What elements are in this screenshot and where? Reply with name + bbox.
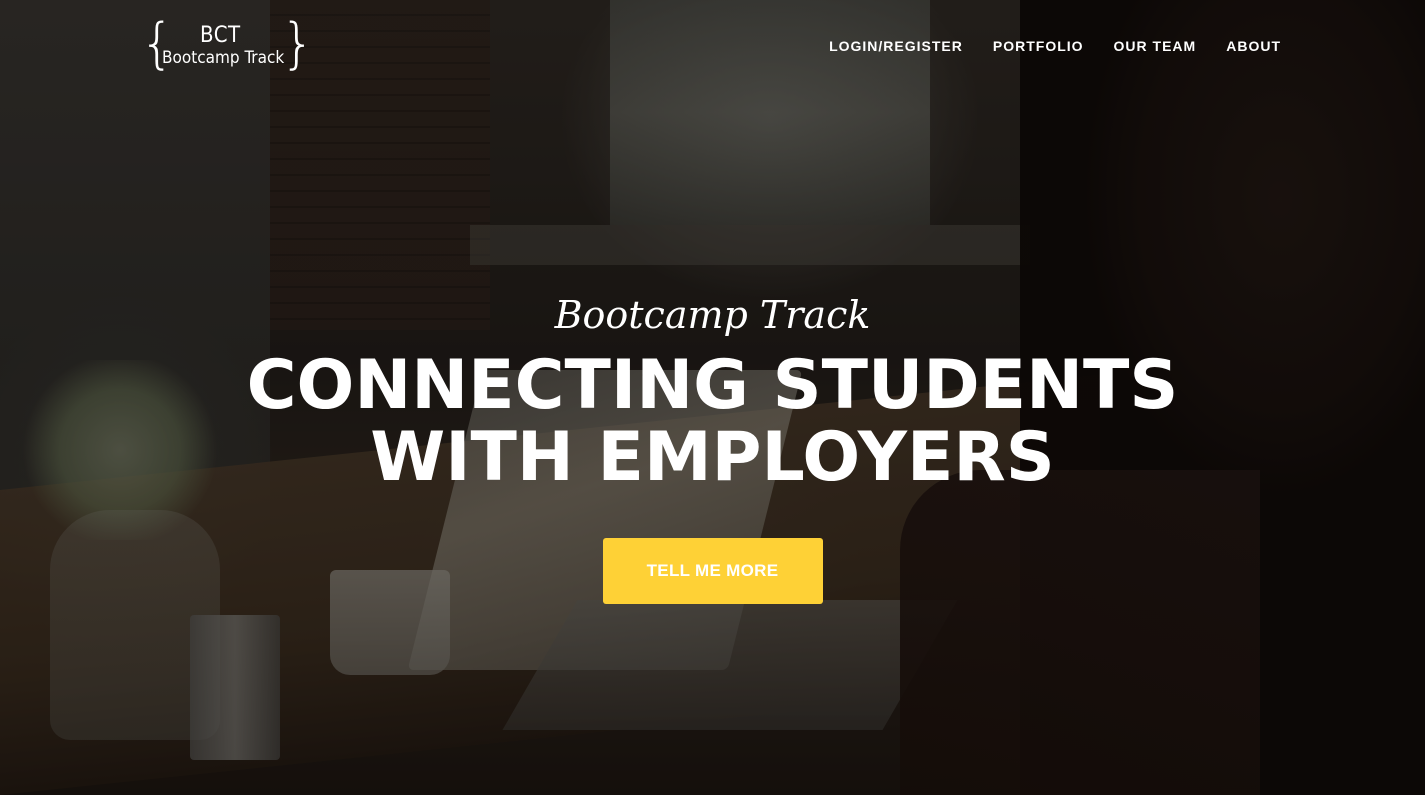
nav-link-login-register[interactable]: LOGIN/REGISTER <box>829 38 963 54</box>
nav-link-portfolio[interactable]: PORTFOLIO <box>993 38 1084 54</box>
tell-me-more-button[interactable]: TELL ME MORE <box>602 538 823 604</box>
nav-item-our-team: OUR TEAM <box>1114 36 1197 56</box>
nav-item-portfolio: PORTFOLIO <box>993 36 1084 56</box>
hero-heading: CONNECTING STUDENTS WITH EMPLOYERS <box>246 346 1179 497</box>
hero-intro: Bootcamp Track CONNECTING STUDENTS WITH … <box>0 290 1425 604</box>
brand-logo[interactable]: { BCT Bootcamp Track } <box>140 14 315 80</box>
nav-item-about: ABOUT <box>1226 36 1281 56</box>
brand-abbreviation: BCT <box>200 23 241 48</box>
nav-link-our-team[interactable]: OUR TEAM <box>1114 38 1197 54</box>
hero-section: { BCT Bootcamp Track } LOGIN/REGISTER PO… <box>0 0 1425 795</box>
brand-name: Bootcamp Track <box>162 48 285 68</box>
nav-link-about[interactable]: ABOUT <box>1226 38 1281 54</box>
right-brace-icon: } <box>280 12 315 75</box>
nav-item-login-register: LOGIN/REGISTER <box>829 36 963 56</box>
hero-lead-text: Bootcamp Track <box>554 293 871 337</box>
nav-menu: LOGIN/REGISTER PORTFOLIO OUR TEAM ABOUT <box>829 36 1281 56</box>
top-navbar: { BCT Bootcamp Track } LOGIN/REGISTER PO… <box>0 0 1425 95</box>
